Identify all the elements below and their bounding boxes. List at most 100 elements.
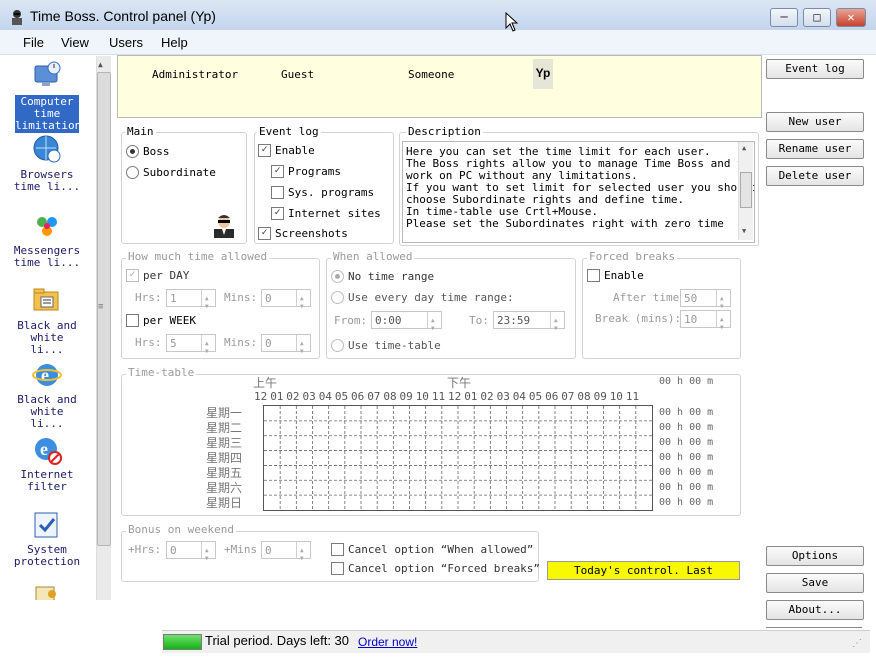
sidebar-item-label: Computer time limitation [15,95,81,133]
spinner-arrows-icon[interactable] [716,311,730,337]
cancel-forced-breaks-checkbox[interactable] [331,562,344,575]
am-label: 上午 [253,376,278,390]
sidebar-item-label: Black and white li... [12,320,82,356]
rename-user-button[interactable]: Rename user [766,139,864,159]
boss-radio[interactable] [126,145,139,158]
spinner-arrows-icon[interactable] [296,335,310,361]
new-user-button[interactable]: New user [766,112,864,132]
sidebar-item-computer-time[interactable]: Computer time limitation [12,58,82,133]
description-scroll-thumb[interactable] [740,172,752,208]
close-button[interactable]: ✕ [836,8,866,27]
spinner-arrows-icon[interactable] [201,290,215,316]
shield-check-icon [32,510,62,540]
scroll-down-arrow-icon[interactable]: ▼ [742,227,746,235]
every-day-range-radio[interactable] [331,291,344,304]
timetable-title: Time-table [126,366,197,379]
save-button[interactable]: Save [766,573,864,593]
hour-label: 04 [318,390,332,403]
event-log-button[interactable]: Event log [766,59,864,79]
spinner-arrows-icon[interactable] [716,290,730,316]
from-time-spinner[interactable]: 0:00 [371,311,442,338]
after-time-label: After time [613,291,680,304]
sidebar-label-line: white li... [30,331,64,356]
hour-label: 06 [351,390,365,403]
sidebar-item-messengers-time[interactable]: Messengers time li... [12,210,82,272]
sidebar-item-system-protection[interactable]: System protection [12,508,82,570]
week-mins-spinner[interactable]: 0 [261,334,311,361]
hour-label: 11 [625,390,640,403]
from-time-value: 0:00 [375,314,402,327]
per-week-checkbox[interactable] [126,314,139,327]
day-hrs-spinner[interactable]: 1 [166,289,216,316]
user-administrator[interactable]: Administrator [152,68,238,81]
resize-grip-icon[interactable]: ⋰ [852,638,862,649]
from-label: From: [334,314,368,327]
after-time-spinner[interactable]: 50 [680,289,731,316]
sidebar-label-line: white li... [30,405,64,430]
scroll-up-arrow-icon[interactable]: ▲ [742,144,746,152]
spinner-arrows-icon[interactable] [201,542,215,568]
pm-label: 下午 [447,376,472,390]
menu-file[interactable]: File [23,35,44,50]
scroll-grip-icon: ≡ [98,302,104,312]
monitor-clock-icon [32,60,62,90]
day-mins-value: 0 [265,292,272,305]
window-title: Time Boss. Control panel (Yp) [30,8,216,24]
scroll-up-arrow-icon[interactable]: ▲ [98,60,103,69]
use-timetable-label: Use time-table [348,339,441,352]
spinner-arrows-icon[interactable] [296,542,310,568]
internet-sites-checkbox[interactable]: ✓ [271,207,284,220]
sidebar-item-label: Browsers time li... [12,169,82,193]
sidebar-item-browsers-time[interactable]: Browsers time li... [12,134,82,196]
user-yp[interactable]: Yp [533,59,553,89]
to-time-value: 23:59 [497,314,531,327]
sidebar-item-black-white-list-programs[interactable]: Black and white li... [12,284,82,356]
user-someone[interactable]: Someone [408,68,454,81]
bonus-mins-spinner[interactable]: 0 [261,541,311,568]
cancel-when-allowed-checkbox[interactable] [331,543,344,556]
delete-user-button[interactable]: Delete user [766,166,864,186]
programs-checkbox[interactable]: ✓ [271,165,284,178]
maximize-button[interactable]: □ [803,8,831,27]
menu-view[interactable]: View [61,35,89,50]
enable-log-checkbox[interactable]: ✓ [258,144,271,157]
day-hrs-label: Hrs: [135,291,162,304]
sidebar-label-line: time li... [13,256,81,269]
screenshots-label: Screenshots [275,227,348,240]
day-total: 00 h 00 m [659,452,714,463]
internet-sites-label: Internet sites [288,207,381,220]
description-scrollbar[interactable]: ▲ ▼ [738,142,753,240]
use-timetable-radio[interactable] [331,339,344,352]
to-time-spinner[interactable]: 23:59 [493,311,565,338]
user-guest[interactable]: Guest [281,68,314,81]
week-hrs-spinner[interactable]: 5 [166,334,216,361]
spinner-arrows-icon[interactable] [427,312,441,338]
per-day-checkbox[interactable]: ✓ [126,269,139,282]
bonus-hrs-spinner[interactable]: 0 [166,541,216,568]
about-button[interactable]: About... [766,600,864,620]
hour-label: 09 [399,390,413,403]
spinner-arrows-icon[interactable] [201,335,215,361]
forced-breaks-enable-checkbox[interactable] [587,269,600,282]
order-now-link[interactable]: Order now! [358,635,417,649]
screenshots-checkbox[interactable]: ✓ [258,227,271,240]
menu-users[interactable]: Users [109,35,143,50]
every-day-range-label: Use every day time range: [348,291,514,304]
options-button[interactable]: Options [766,546,864,566]
boss-label: Boss [143,145,170,158]
spinner-arrows-icon[interactable] [296,290,310,316]
hour-label: 08 [577,390,591,403]
menu-help[interactable]: Help [161,35,188,50]
minimize-button[interactable]: ─ [770,8,798,27]
no-time-range-radio[interactable] [331,270,344,283]
sidebar-item-label: Black and white li... [12,394,82,430]
timetable-grid[interactable] [263,405,653,511]
sidebar-item-internet-filter[interactable]: e Internet filter [12,433,82,495]
day-mins-spinner[interactable]: 0 [261,289,311,316]
spinner-arrows-icon[interactable] [550,312,564,338]
hour-label: 03 [496,390,510,403]
sys-programs-checkbox[interactable] [271,186,284,199]
subordinate-radio[interactable] [126,166,139,179]
sidebar-item-black-white-list-sites[interactable]: e Black and white li... [12,358,82,430]
break-mins-spinner[interactable]: 10 [680,310,731,337]
